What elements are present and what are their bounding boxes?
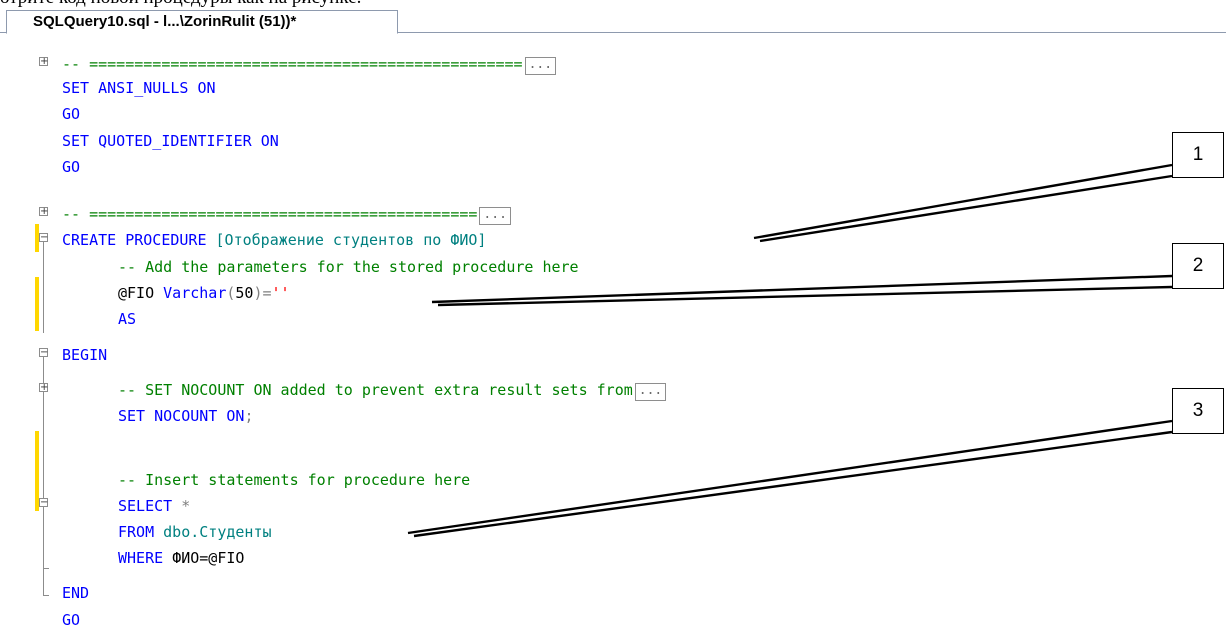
callout-3: 3 [1172, 388, 1224, 434]
callout-2: 2 [1172, 243, 1224, 289]
callout-1: 1 [1172, 132, 1224, 178]
callout-leader-lines [407, 163, 1173, 538]
